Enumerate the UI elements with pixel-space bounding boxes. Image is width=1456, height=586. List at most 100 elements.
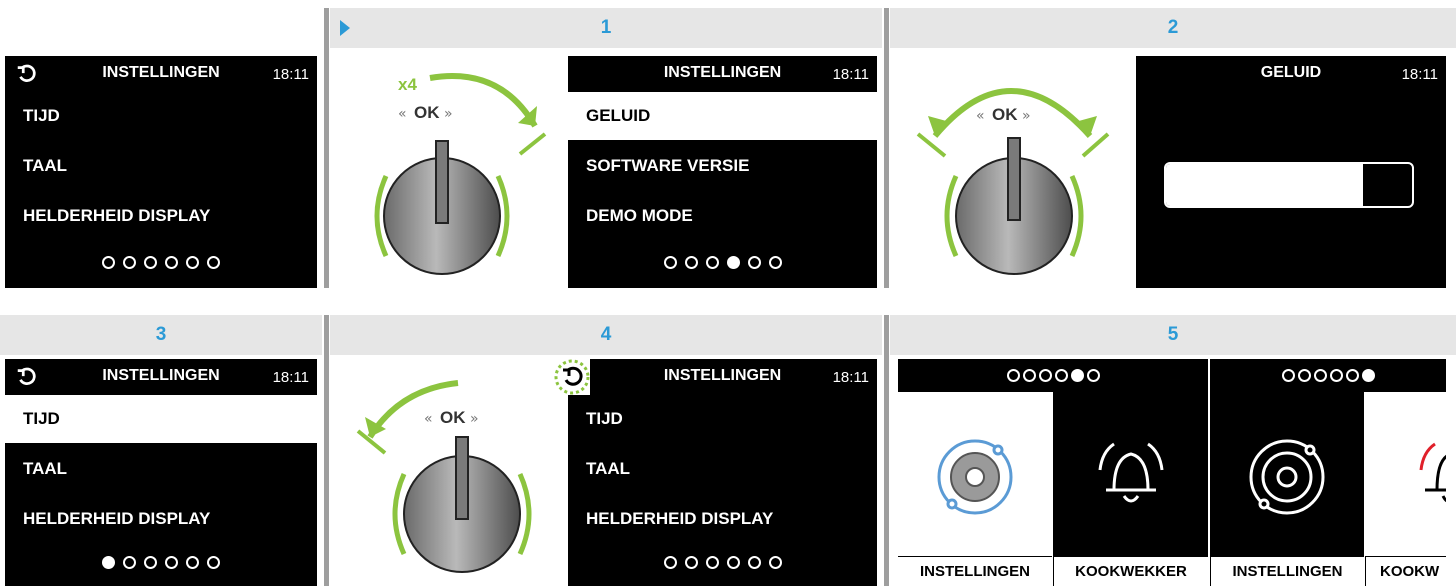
display-time: 18:11 [1163, 368, 1200, 385]
page-indicator [5, 556, 317, 569]
page-dot [186, 556, 199, 569]
display-time: 18:11 [272, 369, 309, 386]
page-indicator [5, 256, 317, 269]
volume-slider[interactable] [1164, 162, 1414, 208]
svg-text:«: « [398, 106, 407, 122]
page-dot [165, 256, 178, 269]
tile-timer[interactable] [1365, 392, 1446, 558]
display-time: 18:11 [272, 66, 309, 83]
tile-label: KOOKWEKKER [1053, 556, 1208, 586]
tile-settings[interactable] [898, 392, 1052, 558]
ok-label: OK [414, 103, 440, 122]
page-dot [684, 256, 698, 269]
menu-item-label: HELDERHEID DISPLAY [23, 509, 211, 528]
carousel-header [1210, 359, 1446, 392]
menu-item[interactable]: HELDERHEID DISPLAY [5, 192, 317, 240]
page-dot [165, 556, 178, 569]
knob-illustration: « OK » [916, 88, 1110, 275]
menu-item-label: HELDERHEID DISPLAY [586, 509, 774, 528]
page-dot [1022, 369, 1036, 382]
menu-item-label: TIJD [23, 409, 60, 428]
page-indicator [568, 556, 877, 569]
page-dot [663, 256, 677, 269]
display-header: INSTELLINGEN 18:11 [568, 359, 877, 395]
step-bar-4: 4 [330, 315, 882, 355]
page-dot [1006, 369, 1020, 382]
knob-illustration: x4 « OK » [374, 73, 547, 275]
svg-text:«: « [424, 411, 433, 427]
menu-item[interactable]: HELDERHEID DISPLAY [568, 495, 877, 543]
display-header: INSTELLINGEN 18:11 [5, 56, 317, 92]
svg-text:«: « [976, 108, 985, 124]
page-dot [1329, 369, 1343, 382]
menu-item-selected[interactable]: TIJD [5, 395, 317, 443]
display-title: INSTELLINGEN [102, 64, 220, 81]
page-dot [1313, 369, 1327, 382]
step-bar-5: 5 [890, 315, 1456, 355]
page-dot [102, 256, 115, 269]
display-title: INSTELLINGEN [102, 367, 220, 384]
page-dot [1345, 369, 1359, 382]
page-indicator [1210, 369, 1446, 382]
carousel-header: 18:11 [898, 359, 1208, 392]
menu-item[interactable]: SOFTWARE VERSIE [568, 142, 877, 190]
step-bar-1: 1 [330, 8, 882, 48]
display-time: 18:11 [1401, 66, 1438, 83]
menu-item[interactable]: TAAL [5, 445, 317, 493]
display-time: 18:11 [832, 66, 869, 83]
page-dot [1297, 369, 1311, 382]
play-indicator-icon [340, 20, 350, 36]
page-dot [705, 556, 719, 569]
menu-item[interactable]: TAAL [5, 142, 317, 190]
page-dot [726, 556, 740, 569]
svg-text:»: » [1022, 108, 1031, 124]
gear-icon [937, 439, 1013, 515]
panel-divider [324, 8, 329, 288]
page-dot-active [1361, 369, 1375, 382]
page-indicator [568, 256, 877, 269]
page-dot [123, 256, 136, 269]
volume-fill [1166, 164, 1363, 206]
svg-text:»: » [470, 411, 479, 427]
menu-item-selected[interactable]: GELUID [568, 92, 877, 140]
tile-label: INSTELLINGEN [898, 556, 1052, 586]
page-dot-active [726, 256, 740, 269]
tile-label: INSTELLINGEN [1210, 556, 1364, 586]
panel-divider [884, 315, 889, 586]
tile-settings[interactable] [1210, 392, 1364, 558]
step-number-4: 4 [600, 324, 612, 345]
page-dot [747, 256, 761, 269]
menu-item-label: TIJD [23, 106, 60, 125]
display-title: GELUID [1260, 64, 1322, 81]
menu-item[interactable]: TAAL [568, 445, 877, 493]
menu-item[interactable]: HELDERHEID DISPLAY [5, 495, 317, 543]
back-icon [554, 359, 590, 395]
knob-illustration: « OK » [356, 380, 532, 573]
bell-icon [1098, 442, 1164, 503]
page-dot [144, 256, 157, 269]
rotation-count: x4 [398, 75, 417, 94]
display-settings-menu: INSTELLINGEN 18:11 GELUID SOFTWARE VERSI… [568, 56, 877, 288]
tile-timer[interactable] [1053, 392, 1208, 558]
panel-divider [884, 8, 889, 288]
page-dot [123, 556, 136, 569]
menu-item[interactable]: TIJD [568, 395, 877, 443]
back-button-highlight[interactable] [554, 359, 590, 395]
page-dot [207, 256, 220, 269]
panel-divider [324, 315, 329, 586]
ok-label: OK [440, 408, 466, 427]
page-dot [186, 256, 199, 269]
menu-item[interactable]: TIJD [5, 92, 317, 140]
page-dot-active [102, 556, 115, 569]
menu-item[interactable]: DEMO MODE [568, 192, 877, 240]
svg-text:»: » [444, 106, 453, 122]
page-dot [1281, 369, 1295, 382]
display-settings-menu: INSTELLINGEN 18:11 TIJD TAAL HELDERHEID … [568, 359, 877, 586]
page-dot [1086, 369, 1100, 382]
page-dot [768, 556, 782, 569]
page-dot [705, 256, 719, 269]
step-number-5: 5 [1167, 324, 1179, 345]
step-number-1: 1 [600, 17, 612, 38]
page-dot [144, 556, 157, 569]
menu-item-label: GELUID [586, 106, 651, 125]
